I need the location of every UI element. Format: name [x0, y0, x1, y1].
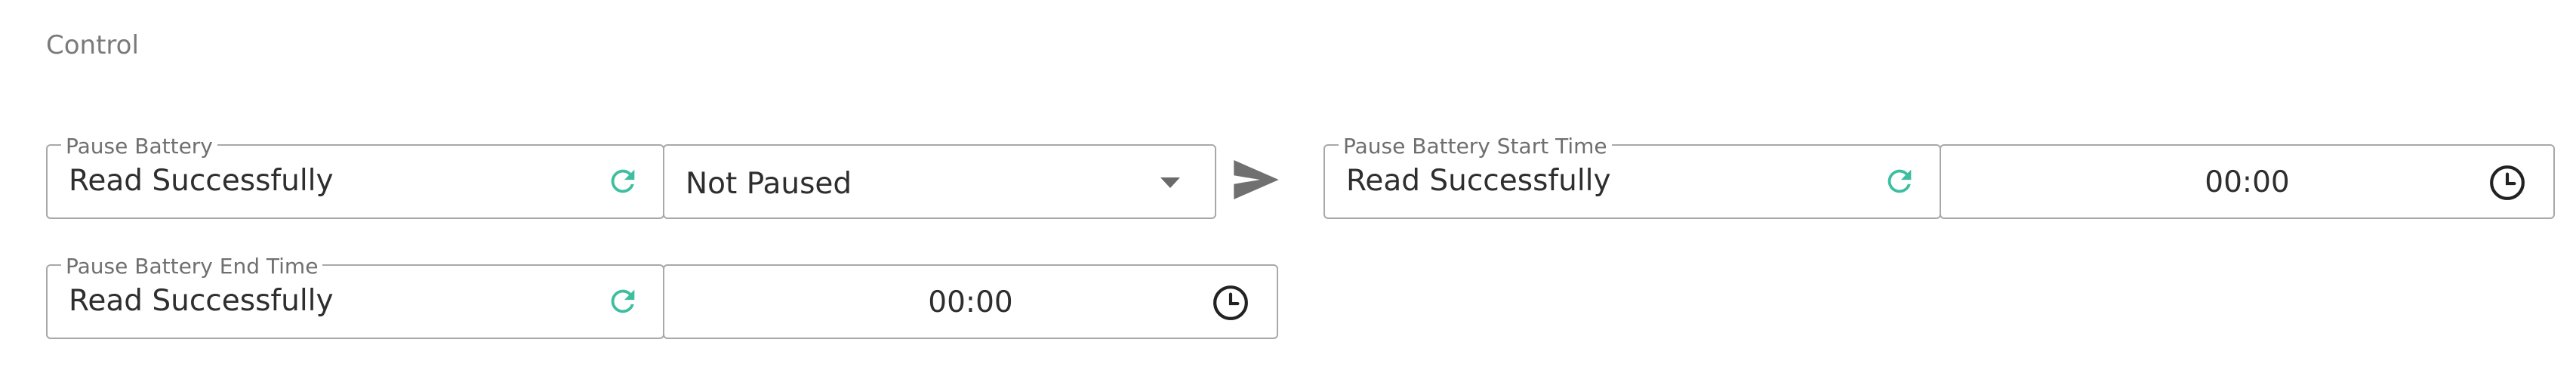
pause-start-time-value: 00:00 [2205, 165, 2290, 199]
pause-start-time-label: Pause Battery Start Time [1339, 134, 1612, 159]
chevron-down-icon [1160, 177, 1180, 188]
pause-end-time-status: Read Successfully [69, 284, 334, 318]
section-title: Control [46, 30, 139, 60]
refresh-icon[interactable] [605, 284, 640, 319]
pause-battery-select[interactable]: Not Paused [663, 144, 1216, 219]
pause-end-time-value: 00:00 [928, 285, 1013, 319]
pause-end-time-status-field: Pause Battery End Time Read Successfully [46, 254, 664, 339]
clock-icon[interactable] [1212, 284, 1249, 322]
pause-battery-label: Pause Battery [61, 134, 217, 159]
pause-end-time-label: Pause Battery End Time [61, 254, 323, 279]
pause-start-time-status: Read Successfully [1346, 164, 1611, 198]
clock-icon[interactable] [2488, 164, 2526, 202]
pause-battery-status-field: Pause Battery Read Successfully [46, 134, 664, 219]
send-icon[interactable] [1234, 160, 1279, 199]
refresh-icon[interactable] [1882, 164, 1917, 199]
pause-end-time-input[interactable]: 00:00 [663, 264, 1278, 339]
pause-battery-status: Read Successfully [69, 164, 334, 198]
refresh-icon[interactable] [605, 164, 640, 199]
pause-start-time-status-field: Pause Battery Start Time Read Successful… [1323, 134, 1941, 219]
pause-battery-selected-value: Not Paused [686, 167, 852, 201]
pause-start-time-input[interactable]: 00:00 [1940, 144, 2555, 219]
